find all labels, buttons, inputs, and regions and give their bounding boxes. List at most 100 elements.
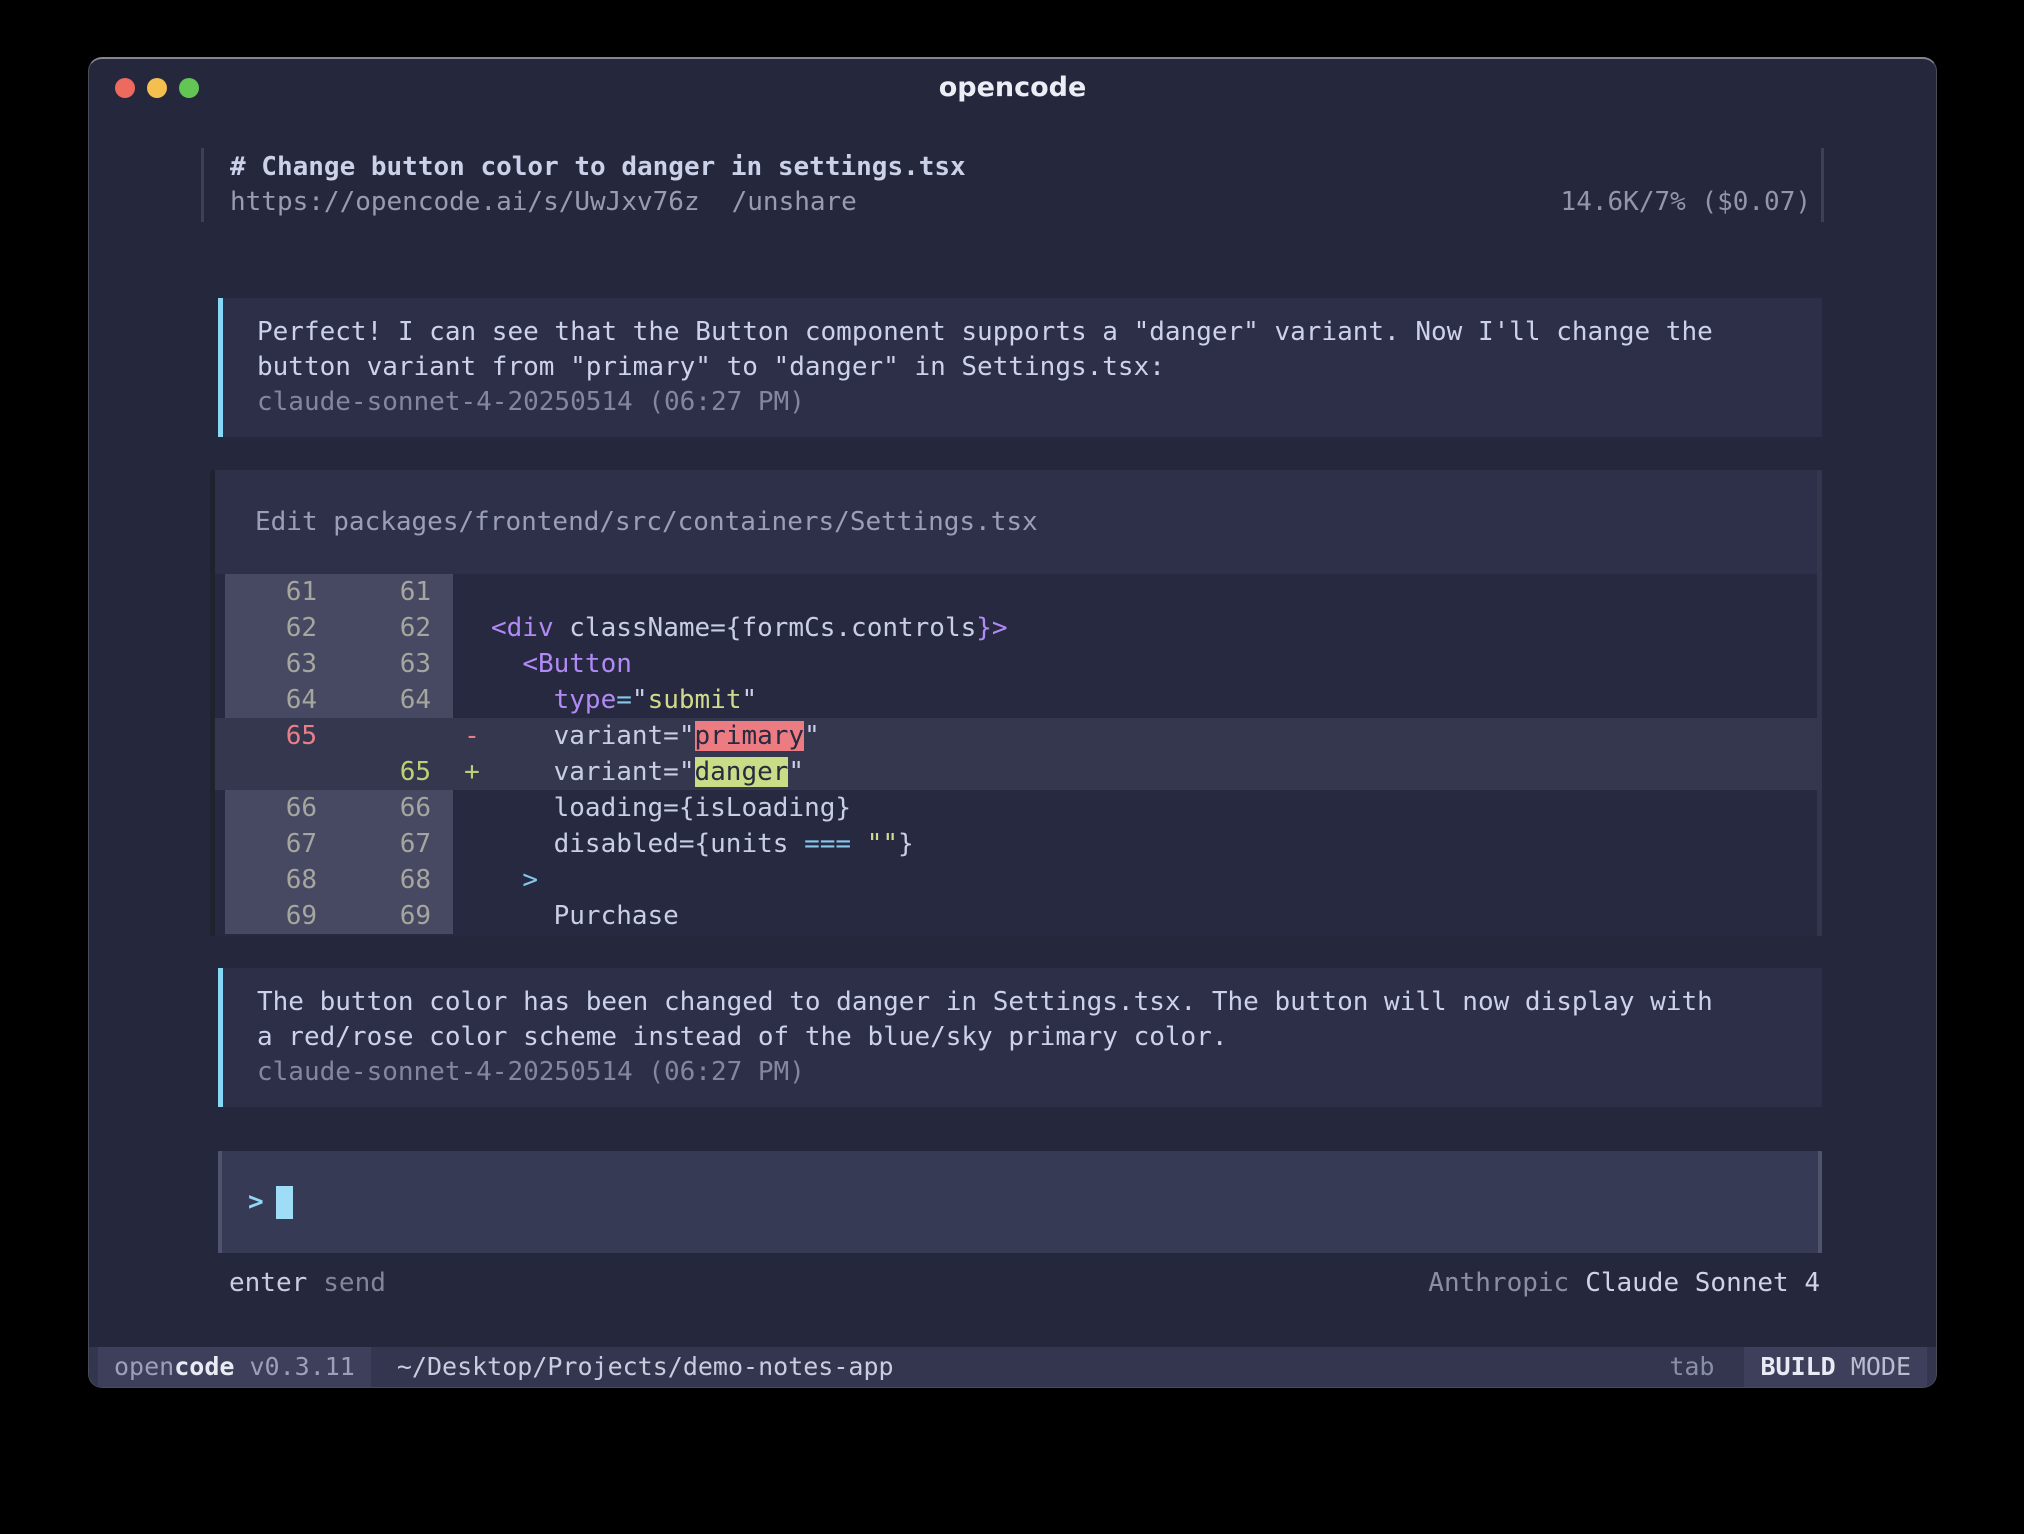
code-token xyxy=(851,829,867,859)
code-token: variant=" xyxy=(491,721,695,751)
message-meta: claude-sonnet-4-20250514 (06:27 PM) xyxy=(257,1055,1802,1090)
diff-row: 65+ variant="danger" xyxy=(215,754,1817,790)
app-version-badge: opencode v0.3.11 xyxy=(98,1347,371,1387)
build-mode-badge[interactable]: BUILD MODE xyxy=(1744,1347,1927,1387)
share-url[interactable]: https://opencode.ai/s/UwJxv76z xyxy=(230,185,700,220)
diff-sign xyxy=(453,898,491,934)
diff-row: 6161 xyxy=(215,574,1817,610)
diff-sign xyxy=(453,826,491,862)
old-line-number: 68 xyxy=(225,862,339,898)
code-token: submit xyxy=(648,685,742,715)
new-line-number: 66 xyxy=(339,790,453,826)
old-line-number: 67 xyxy=(225,826,339,862)
message-text: The button color has been changed to dan… xyxy=(257,985,1802,1055)
code-token: " xyxy=(741,685,757,715)
diff-sign xyxy=(453,646,491,682)
zoom-icon[interactable] xyxy=(179,78,199,98)
diff-row: 6464 type="submit" xyxy=(215,682,1817,718)
code-token: } xyxy=(898,829,914,859)
old-line-number: 64 xyxy=(225,682,339,718)
old-line-number: 63 xyxy=(225,646,339,682)
mode-suffix: MODE xyxy=(1836,1352,1911,1381)
code-token: variant=" xyxy=(491,757,695,787)
message-meta: claude-sonnet-4-20250514 (06:27 PM) xyxy=(257,385,1802,420)
status-bar: opencode v0.3.11 ~/Desktop/Projects/demo… xyxy=(89,1347,1936,1387)
mode-name: BUILD xyxy=(1760,1352,1835,1381)
code-token xyxy=(491,685,554,715)
old-line-number xyxy=(225,754,339,790)
code-token: > xyxy=(522,865,538,895)
text-cursor xyxy=(276,1186,293,1219)
titlebar: opencode xyxy=(89,59,1936,115)
minimize-icon[interactable] xyxy=(147,78,167,98)
session-title: # Change button color to danger in setti… xyxy=(230,150,966,185)
new-line-number: 67 xyxy=(339,826,453,862)
diff-sign xyxy=(453,862,491,898)
new-line-number: 63 xyxy=(339,646,453,682)
diff-sign xyxy=(453,574,491,610)
code-token: <Button xyxy=(522,649,632,679)
hint-row: enter send Anthropic Claude Sonnet 4 xyxy=(201,1266,1824,1300)
diff-sign xyxy=(453,682,491,718)
token-usage-stats: 14.6K/7% ($0.07) xyxy=(1561,185,1811,220)
code-line: Purchase xyxy=(491,898,1817,934)
code-line: > xyxy=(491,862,1817,898)
code-token: className={formCs.controls xyxy=(554,613,977,643)
code-line: <div className={formCs.controls}> xyxy=(491,610,1817,646)
code-line: loading={isLoading} xyxy=(491,790,1817,826)
diff-table: 61616262 <div className={formCs.controls}… xyxy=(215,574,1817,936)
window-title: opencode xyxy=(939,72,1087,103)
diff-row: 6666 loading={isLoading} xyxy=(215,790,1817,826)
app-version: v0.3.11 xyxy=(234,1352,354,1381)
edit-tool-header: Edit packages/frontend/src/containers/Se… xyxy=(215,470,1817,574)
old-line-number: 65 xyxy=(225,718,339,754)
code-token: = xyxy=(616,685,632,715)
app-name-regular: open xyxy=(114,1352,174,1381)
message-text: Perfect! I can see that the Button compo… xyxy=(257,315,1802,385)
code-token: " xyxy=(788,757,804,787)
send-label: send xyxy=(323,1266,386,1300)
prompt-input[interactable]: > xyxy=(218,1151,1822,1253)
code-token: primary xyxy=(695,721,805,751)
code-line xyxy=(491,574,1817,610)
traffic-lights xyxy=(115,78,199,98)
new-line-number: 68 xyxy=(339,862,453,898)
code-token xyxy=(491,865,522,895)
new-line-number: 65 xyxy=(339,754,453,790)
prompt-symbol: > xyxy=(248,1187,264,1217)
diff-row: 6969 Purchase xyxy=(215,898,1817,934)
app-name-bold: code xyxy=(174,1352,234,1381)
diff-sign xyxy=(453,610,491,646)
code-token: loading={isLoading} xyxy=(491,793,851,823)
diff-sign: - xyxy=(453,718,491,754)
diff-row: 65 - variant="primary" xyxy=(215,718,1817,754)
opencode-window: opencode # Change button color to danger… xyxy=(88,57,1937,1388)
code-line: <Button xyxy=(491,646,1817,682)
code-token: Purchase xyxy=(491,901,679,931)
diff-sign xyxy=(453,790,491,826)
unshare-command[interactable]: /unshare xyxy=(732,185,857,220)
diff-row: 6363 <Button xyxy=(215,646,1817,682)
old-line-number: 62 xyxy=(225,610,339,646)
assistant-message: The button color has been changed to dan… xyxy=(218,968,1822,1107)
old-line-number: 69 xyxy=(225,898,339,934)
provider-label: Anthropic xyxy=(1428,1266,1569,1300)
code-line: type="submit" xyxy=(491,682,1817,718)
code-token: <div xyxy=(491,613,554,643)
code-token: === xyxy=(804,829,851,859)
old-line-number: 66 xyxy=(225,790,339,826)
close-icon[interactable] xyxy=(115,78,135,98)
model-label: Claude Sonnet 4 xyxy=(1585,1266,1820,1300)
code-token: danger xyxy=(695,757,789,787)
code-line: variant="primary" xyxy=(491,718,1817,754)
assistant-message: Perfect! I can see that the Button compo… xyxy=(218,298,1822,437)
code-token xyxy=(491,649,522,679)
new-line-number: 62 xyxy=(339,610,453,646)
new-line-number: 64 xyxy=(339,682,453,718)
code-line: disabled={units === ""} xyxy=(491,826,1817,862)
conversation: # Change button color to danger in setti… xyxy=(89,115,1936,1347)
enter-key-hint: enter xyxy=(229,1266,307,1300)
code-token: " xyxy=(632,685,648,715)
code-token: " xyxy=(804,721,820,751)
edit-tool-block: Edit packages/frontend/src/containers/Se… xyxy=(210,470,1822,936)
